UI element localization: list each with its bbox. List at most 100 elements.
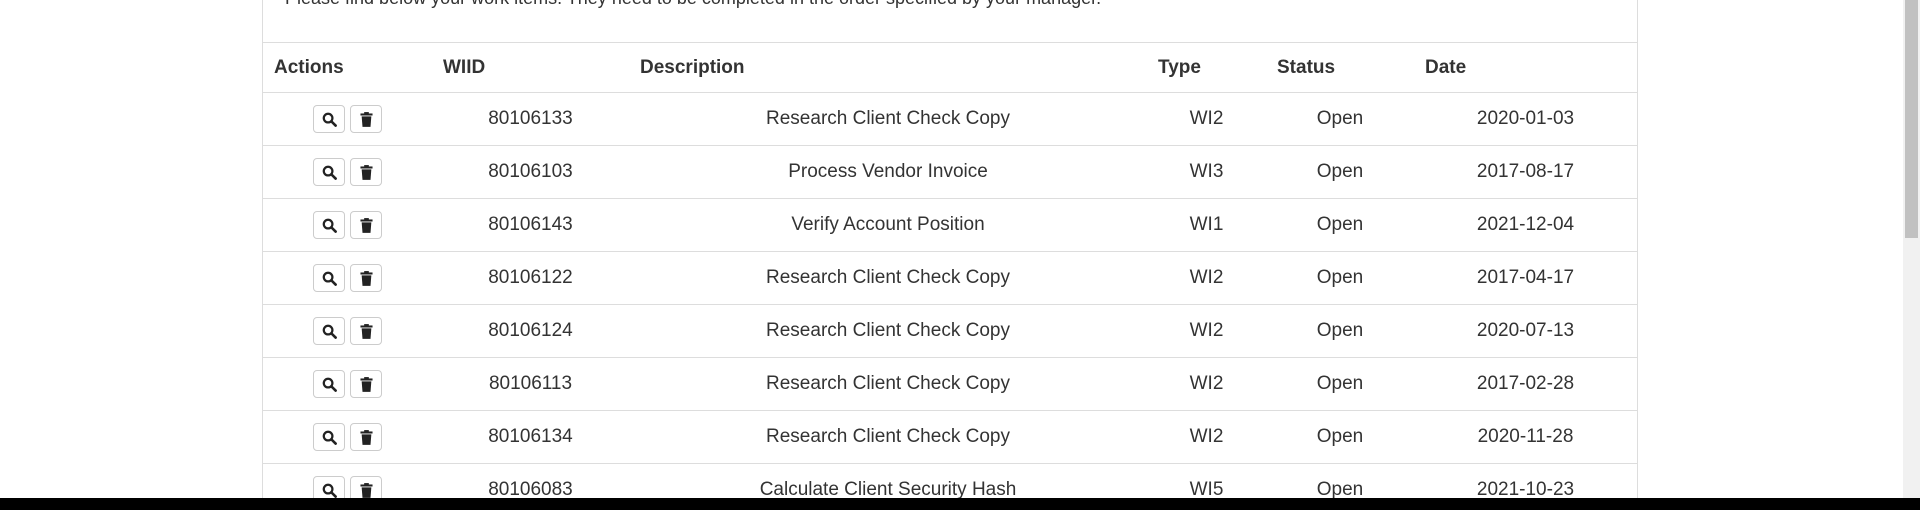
table-row: 80106103 Process Vendor Invoice WI3 Open 201… (263, 145, 1637, 199)
cell-type: WI3 (1147, 145, 1266, 199)
view-button[interactable] (313, 423, 345, 451)
delete-button[interactable] (350, 105, 382, 133)
header-date: Date (1414, 42, 1637, 93)
cell-date: 2020-01-03 (1414, 92, 1637, 146)
cell-status: Open (1266, 357, 1414, 411)
delete-button[interactable] (350, 317, 382, 345)
cell-description: Research Client Check Copy (629, 92, 1147, 146)
header-status: Status (1266, 42, 1414, 93)
view-button[interactable] (313, 264, 345, 292)
cell-date: 2020-07-13 (1414, 304, 1637, 358)
cell-type: WI1 (1147, 198, 1266, 252)
search-icon (322, 271, 337, 286)
row-actions-cell (263, 145, 432, 199)
delete-button[interactable] (350, 476, 382, 498)
cell-status: Open (1266, 410, 1414, 464)
row-actions-cell (263, 304, 432, 358)
view-button[interactable] (313, 158, 345, 186)
view-button[interactable] (313, 317, 345, 345)
table-row: 80106134 Research Client Check Copy WI2 Ope… (263, 410, 1637, 464)
cell-status: Open (1266, 251, 1414, 305)
delete-button[interactable] (350, 370, 382, 398)
trash-icon (359, 111, 373, 127)
cell-description: Calculate Client Security Hash (629, 463, 1147, 498)
cell-type: WI5 (1147, 463, 1266, 498)
cell-wiid: 80106124 (432, 304, 629, 358)
trash-icon (359, 217, 373, 233)
row-actions (274, 317, 421, 345)
table-row: 80106083 Calculate Client Security Hash WI… (263, 463, 1637, 498)
cell-wiid: 80106134 (432, 410, 629, 464)
cell-status: Open (1266, 92, 1414, 146)
table-row: 80106143 Verify Account Position WI1 Open 20… (263, 198, 1637, 252)
table-row: 80106133 Research Client Check Copy WI2 Ope… (263, 92, 1637, 146)
trash-icon (359, 164, 373, 180)
trash-icon (359, 376, 373, 392)
work-items-panel: Please find below your work items. They … (262, 0, 1638, 498)
row-actions (274, 211, 421, 239)
work-items-table: Actions WIID Description Type Status Dat… (263, 42, 1637, 498)
scrollbar-thumb[interactable] (1905, 0, 1918, 238)
cell-description: Verify Account Position (629, 198, 1147, 252)
search-icon (322, 112, 337, 127)
cell-description: Research Client Check Copy (629, 410, 1147, 464)
row-actions-cell (263, 198, 432, 252)
cell-status: Open (1266, 304, 1414, 358)
table-row: 80106124 Research Client Check Copy WI2 Ope… (263, 304, 1637, 358)
trash-icon (359, 482, 373, 498)
header-wiid: WIID (432, 42, 629, 93)
page-viewport: Please find below your work items. They … (0, 0, 1920, 498)
cell-wiid: 80106113 (432, 357, 629, 411)
row-actions-cell (263, 251, 432, 305)
row-actions (274, 476, 421, 498)
cell-description: Research Client Check Copy (629, 357, 1147, 411)
header-actions: Actions (263, 42, 432, 93)
row-actions (274, 423, 421, 451)
row-actions-cell (263, 410, 432, 464)
cell-date: 2017-04-17 (1414, 251, 1637, 305)
cell-date: 2020-11-28 (1414, 410, 1637, 464)
row-actions-cell (263, 463, 432, 498)
header-type: Type (1147, 42, 1266, 93)
row-actions (274, 158, 421, 186)
cell-type: WI2 (1147, 251, 1266, 305)
delete-button[interactable] (350, 211, 382, 239)
view-button[interactable] (313, 211, 345, 239)
view-button[interactable] (313, 105, 345, 133)
bottom-edge-bar (0, 498, 1920, 510)
cell-status: Open (1266, 463, 1414, 498)
cell-description: Process Vendor Invoice (629, 145, 1147, 199)
intro-text: Please find below your work items. They … (285, 0, 1101, 9)
cell-wiid: 80106122 (432, 251, 629, 305)
cell-date: 2017-02-28 (1414, 357, 1637, 411)
search-icon (322, 218, 337, 233)
row-actions (274, 370, 421, 398)
search-icon (322, 377, 337, 392)
trash-icon (359, 270, 373, 286)
cell-type: WI2 (1147, 410, 1266, 464)
search-icon (322, 165, 337, 180)
cell-wiid: 80106103 (432, 145, 629, 199)
search-icon (322, 483, 337, 498)
header-description: Description (629, 42, 1147, 93)
trash-icon (359, 323, 373, 339)
row-actions (274, 105, 421, 133)
row-actions-cell (263, 92, 432, 146)
search-icon (322, 430, 337, 445)
cell-wiid: 80106083 (432, 463, 629, 498)
delete-button[interactable] (350, 264, 382, 292)
view-button[interactable] (313, 370, 345, 398)
delete-button[interactable] (350, 423, 382, 451)
delete-button[interactable] (350, 158, 382, 186)
search-icon (322, 324, 337, 339)
table-header-row: Actions WIID Description Type Status Dat… (263, 42, 1637, 93)
cell-date: 2021-10-23 (1414, 463, 1637, 498)
view-button[interactable] (313, 476, 345, 498)
table-row: 80106122 Research Client Check Copy WI2 Ope… (263, 251, 1637, 305)
row-actions (274, 264, 421, 292)
cell-wiid: 80106143 (432, 198, 629, 252)
cell-status: Open (1266, 198, 1414, 252)
cell-type: WI2 (1147, 357, 1266, 411)
cell-type: WI2 (1147, 304, 1266, 358)
vertical-scrollbar[interactable] (1903, 0, 1920, 498)
